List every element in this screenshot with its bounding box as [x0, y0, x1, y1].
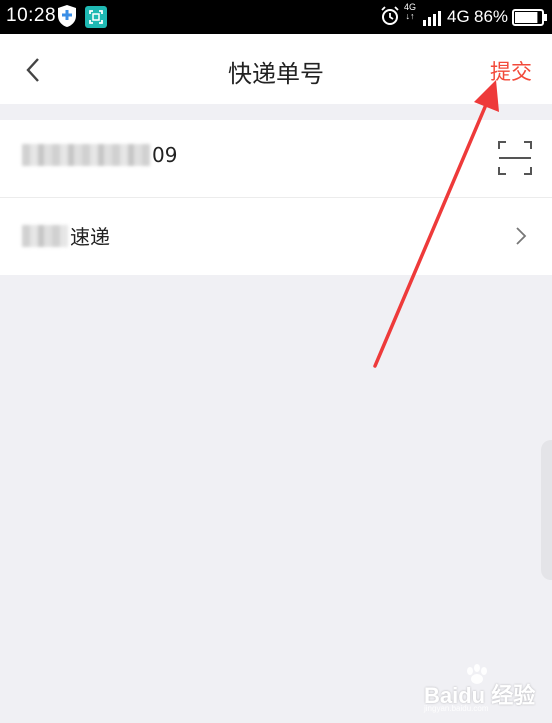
network-type: 4G	[447, 7, 470, 26]
shield-icon	[56, 4, 78, 32]
annotation-arrow	[373, 80, 499, 368]
redacted-mask	[22, 144, 150, 166]
mobile-data-indicator: 4G ↓↑	[404, 3, 416, 21]
chevron-right-icon	[515, 226, 527, 250]
status-time: 10:28	[6, 5, 57, 26]
floating-edge-handle[interactable]	[541, 440, 552, 580]
watermark-url: jingyan.baidu.com	[424, 704, 489, 713]
scan-button[interactable]	[497, 140, 533, 180]
tracking-number-field[interactable]: 09	[22, 143, 177, 167]
alarm-icon	[380, 6, 400, 30]
page-title: 快递单号	[228, 60, 324, 88]
data-arrows-icon: ↓↑	[405, 11, 415, 21]
signal-icon	[423, 8, 445, 30]
courier-company-value: 速递	[70, 225, 110, 249]
redacted-mask	[22, 224, 68, 247]
express-form: 09 速递	[0, 120, 552, 275]
baidu-watermark: Baidu 经验 jingyan.baidu.com	[424, 664, 548, 713]
courier-company-field[interactable]: 速递	[22, 221, 110, 250]
status-bar: 10:28 4G ↓↑ 4G 86%	[0, 0, 552, 34]
scan-app-icon	[85, 6, 107, 32]
nav-bar: 快递单号 提交	[0, 34, 552, 104]
battery-icon	[512, 9, 548, 30]
tracking-number-row[interactable]: 09	[0, 120, 552, 198]
courier-row[interactable]: 速递	[0, 198, 552, 275]
battery-percent: 86%	[474, 7, 509, 26]
tracking-number-value: 09	[152, 143, 178, 167]
submit-button[interactable]: 提交	[490, 56, 532, 86]
scan-icon	[498, 141, 532, 175]
